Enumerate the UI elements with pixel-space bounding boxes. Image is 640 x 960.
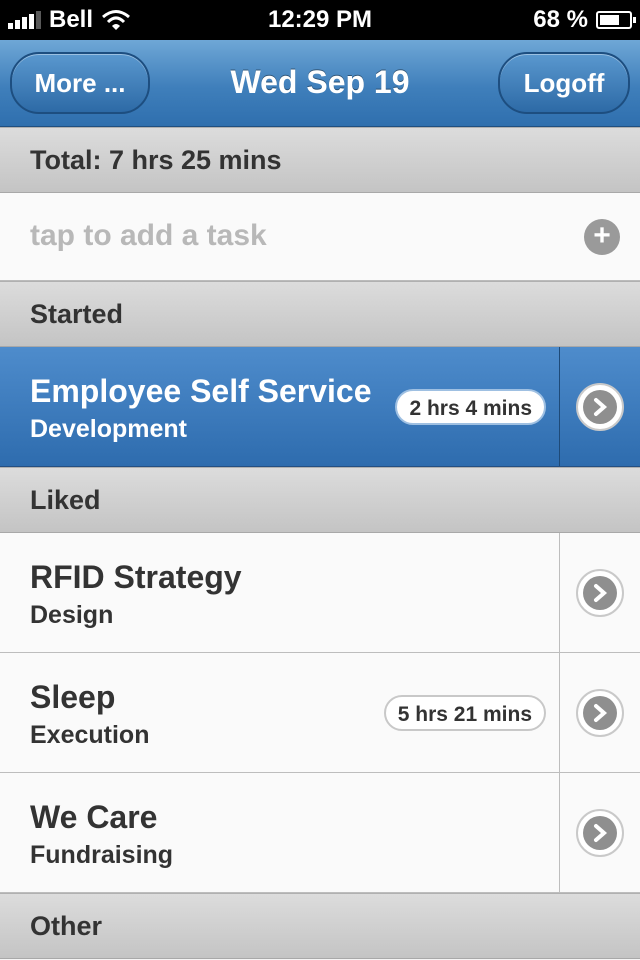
total-header: Total: 7 hrs 25 mins [0, 127, 640, 193]
row-divider [559, 653, 560, 772]
row-divider [559, 773, 560, 892]
row-divider [559, 347, 560, 466]
section-started-label: Started [30, 298, 124, 329]
section-liked-label: Liked [30, 484, 101, 515]
chevron-right-icon[interactable] [576, 383, 624, 431]
section-other: Other [0, 893, 640, 959]
task-name: Employee Self Service [30, 373, 372, 409]
task-category: Execution [30, 721, 150, 749]
task-row[interactable]: Sleep Execution 5 hrs 21 mins [0, 653, 640, 773]
plus-icon[interactable]: + [584, 219, 620, 255]
task-name: RFID Strategy [30, 559, 242, 595]
chevron-right-icon[interactable] [576, 809, 624, 857]
nav-bar: More ... Wed Sep 19 Logoff [0, 40, 640, 127]
task-row[interactable]: RFID Strategy Design [0, 533, 640, 653]
add-task-row[interactable]: tap to add a task + [0, 193, 640, 281]
task-name: We Care [30, 799, 158, 835]
battery-icon [596, 11, 636, 29]
section-other-label: Other [30, 910, 103, 941]
duration-badge: 2 hrs 4 mins [395, 389, 546, 425]
logoff-button[interactable]: Logoff [498, 52, 630, 114]
status-bar: Bell 12:29 PM 68 % [0, 0, 640, 40]
chevron-right-icon[interactable] [576, 569, 624, 617]
task-row[interactable]: Employee Self Service Development 2 hrs … [0, 347, 640, 467]
duration-badge: 5 hrs 21 mins [383, 695, 546, 731]
add-task-placeholder: tap to add a task [30, 219, 267, 252]
task-row[interactable]: We Care Fundraising [0, 773, 640, 893]
task-category: Development [30, 415, 187, 443]
battery-percent: 68 % [533, 6, 588, 33]
section-liked: Liked [0, 467, 640, 533]
section-started: Started [0, 281, 640, 347]
task-name: Sleep [30, 679, 116, 715]
task-category: Design [30, 601, 114, 629]
total-label: Total: 7 hrs 25 mins [30, 144, 282, 175]
status-right: 68 % [533, 6, 636, 34]
chevron-right-icon[interactable] [576, 689, 624, 737]
row-divider [559, 533, 560, 652]
task-category: Fundraising [30, 841, 174, 869]
